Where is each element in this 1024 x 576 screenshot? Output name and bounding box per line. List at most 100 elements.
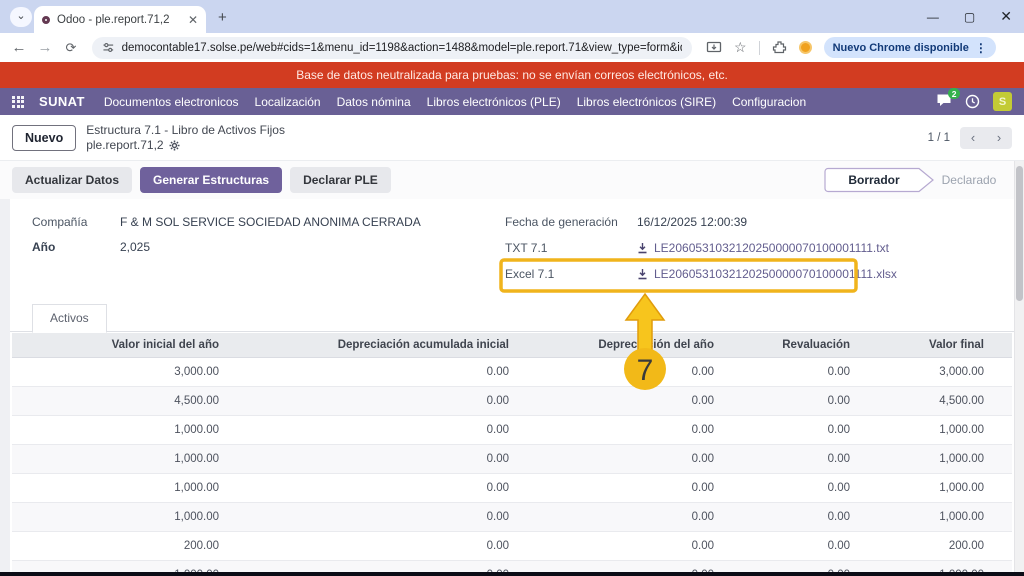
generate-structures-button[interactable]: Generar Estructuras [140, 167, 282, 193]
nav-menu-item[interactable]: Documentos electronicos [104, 95, 239, 109]
cell-depreciacion-anio: 0.00 [517, 532, 722, 561]
assets-table: Valor inicial del añoDepreciación acumul… [12, 333, 1012, 572]
txt-file-label: TXT 7.1 [505, 241, 637, 255]
txt-file-name[interactable]: LE2060531032120250000070100001111.txt [654, 241, 889, 255]
table-row[interactable]: 1,000.00 0.00 0.00 0.00 1,000.00 [12, 445, 1012, 474]
update-data-button[interactable]: Actualizar Datos [12, 167, 132, 193]
install-icon[interactable] [706, 41, 722, 55]
cell-valor-inicial: 1,000.00 [12, 416, 227, 445]
forward-button[interactable]: → [36, 39, 54, 56]
table-column-header[interactable]: Depreciación acumulada inicial [227, 333, 517, 358]
nav-menu-item[interactable]: Datos nómina [337, 95, 411, 109]
browser-titlebar: ⌄ Odoo - ple.report.71,2 ✕ + — ▢ ✕ [0, 0, 1024, 33]
table-row[interactable]: 1,000.00 0.00 0.00 0.00 1,000.00 [12, 503, 1012, 532]
table-row[interactable]: 1,000.00 0.00 0.00 0.00 1,000.00 [12, 561, 1012, 573]
reload-button[interactable]: ⟳ [62, 40, 80, 56]
cell-revaluacion: 0.00 [722, 445, 858, 474]
company-label: Compañía [32, 215, 120, 229]
toolbar-divider [759, 41, 760, 55]
cell-revaluacion: 0.00 [722, 561, 858, 573]
cell-depreciacion-anio: 0.00 [517, 387, 722, 416]
browser-tab[interactable]: Odoo - ple.report.71,2 ✕ [34, 6, 206, 33]
browser-toolbar: ← → ⟳ democontable17.solse.pe/web#cids=1… [0, 33, 1024, 62]
table-column-header[interactable]: Depreciación del año [517, 333, 722, 358]
control-panel: Nuevo Estructura 7.1 - Libro de Activos … [0, 115, 1024, 161]
status-declared-label[interactable]: Declarado [942, 173, 997, 187]
site-settings-icon[interactable] [102, 41, 115, 54]
table-column-header[interactable]: Revaluación [722, 333, 858, 358]
table-column-header[interactable]: Valor final [858, 333, 1012, 358]
declare-ple-button[interactable]: Declarar PLE [290, 167, 391, 193]
cell-valor-inicial: 1,000.00 [12, 503, 227, 532]
window-maximize-button[interactable]: ▢ [964, 10, 975, 24]
back-button[interactable]: ← [10, 39, 28, 56]
bookmark-star-icon[interactable]: ☆ [734, 39, 747, 56]
scrollbar-thumb[interactable] [1016, 166, 1023, 301]
table-row[interactable]: 3,000.00 0.00 0.00 0.00 3,000.00 [12, 358, 1012, 387]
chrome-update-button[interactable]: Nuevo Chrome disponible ⋮ [824, 37, 996, 58]
txt-download-link[interactable]: LE2060531032120250000070100001111.txt [637, 241, 889, 255]
cell-valor-final: 3,000.00 [858, 358, 1012, 387]
cell-valor-final: 4,500.00 [858, 387, 1012, 416]
cell-depreciacion-acumulada: 0.00 [227, 358, 517, 387]
new-record-button[interactable]: Nuevo [12, 125, 76, 151]
chrome-update-label: Nuevo Chrome disponible [833, 42, 969, 54]
cell-revaluacion: 0.00 [722, 532, 858, 561]
cell-revaluacion: 0.00 [722, 358, 858, 387]
table-row[interactable]: 4,500.00 0.00 0.00 0.00 4,500.00 [12, 387, 1012, 416]
pager-previous-button[interactable]: ‹ [960, 127, 986, 149]
cell-valor-final: 1,000.00 [858, 474, 1012, 503]
tab-activos[interactable]: Activos [32, 304, 107, 333]
window-close-button[interactable]: ✕ [1000, 8, 1012, 25]
cell-depreciacion-acumulada: 0.00 [227, 416, 517, 445]
excel-file-name[interactable]: LE2060531032120250000070100001111.xlsx [654, 267, 897, 281]
excel-download-link[interactable]: LE2060531032120250000070100001111.xlsx [637, 267, 897, 281]
cell-valor-final: 1,000.00 [858, 503, 1012, 532]
table-row[interactable]: 200.00 0.00 0.00 0.00 200.00 [12, 532, 1012, 561]
cell-revaluacion: 0.00 [722, 416, 858, 445]
cell-depreciacion-anio: 0.00 [517, 474, 722, 503]
table-column-header[interactable]: Valor inicial del año [12, 333, 227, 358]
cell-depreciacion-anio: 0.00 [517, 503, 722, 532]
chrome-menu-icon[interactable]: ⋮ [975, 41, 987, 55]
pager-next-button[interactable]: › [986, 127, 1012, 149]
table-row[interactable]: 1,000.00 0.00 0.00 0.00 1,000.00 [12, 416, 1012, 445]
user-avatar[interactable]: S [993, 92, 1012, 111]
odoo-favicon-icon [42, 16, 50, 24]
company-value[interactable]: F & M SOL SERVICE SOCIEDAD ANONIMA CERRA… [120, 215, 421, 229]
nav-menu-item[interactable]: Libros electrónicos (SIRE) [577, 95, 716, 109]
year-value[interactable]: 2,025 [120, 240, 150, 254]
new-tab-button[interactable]: + [218, 9, 227, 26]
url-text: democontable17.solse.pe/web#cids=1&menu_… [122, 42, 682, 54]
apps-grid-icon[interactable] [12, 96, 24, 108]
banner-text: Base de datos neutralizada para pruebas:… [296, 68, 728, 82]
breadcrumb-title[interactable]: Estructura 7.1 - Libro de Activos Fijos [86, 123, 285, 138]
cell-valor-final: 200.00 [858, 532, 1012, 561]
extension-icon[interactable] [799, 41, 812, 54]
extensions-icon[interactable] [772, 40, 787, 55]
generation-date-label: Fecha de generación [505, 215, 637, 229]
cell-revaluacion: 0.00 [722, 387, 858, 416]
cell-valor-final: 1,000.00 [858, 561, 1012, 573]
app-brand[interactable]: SUNAT [39, 94, 85, 109]
vertical-scrollbar[interactable] [1014, 161, 1024, 572]
download-icon [637, 242, 648, 254]
pager-count: 1 / 1 [928, 132, 950, 144]
tab-close-icon[interactable]: ✕ [188, 13, 198, 27]
address-bar[interactable]: democontable17.solse.pe/web#cids=1&menu_… [92, 37, 692, 59]
cell-depreciacion-anio: 0.00 [517, 445, 722, 474]
gear-icon[interactable] [169, 140, 180, 151]
messages-badge: 2 [948, 88, 960, 99]
cell-valor-inicial: 4,500.00 [12, 387, 227, 416]
cell-revaluacion: 0.00 [722, 474, 858, 503]
window-minimize-button[interactable]: — [927, 10, 939, 24]
odoo-main-nav: SUNAT Documentos electronicos Localizació… [0, 88, 1024, 115]
nav-menu-item[interactable]: Libros electrónicos (PLE) [427, 95, 561, 109]
table-row[interactable]: 1,000.00 0.00 0.00 0.00 1,000.00 [12, 474, 1012, 503]
status-draft-label[interactable]: Borrador [848, 173, 900, 187]
messages-button[interactable]: 2 [936, 93, 952, 110]
nav-menu-item[interactable]: Localización [255, 95, 321, 109]
activities-clock-icon[interactable] [965, 94, 980, 109]
tab-search-button[interactable]: ⌄ [10, 7, 32, 27]
nav-menu-item[interactable]: Configuracion [732, 95, 806, 109]
